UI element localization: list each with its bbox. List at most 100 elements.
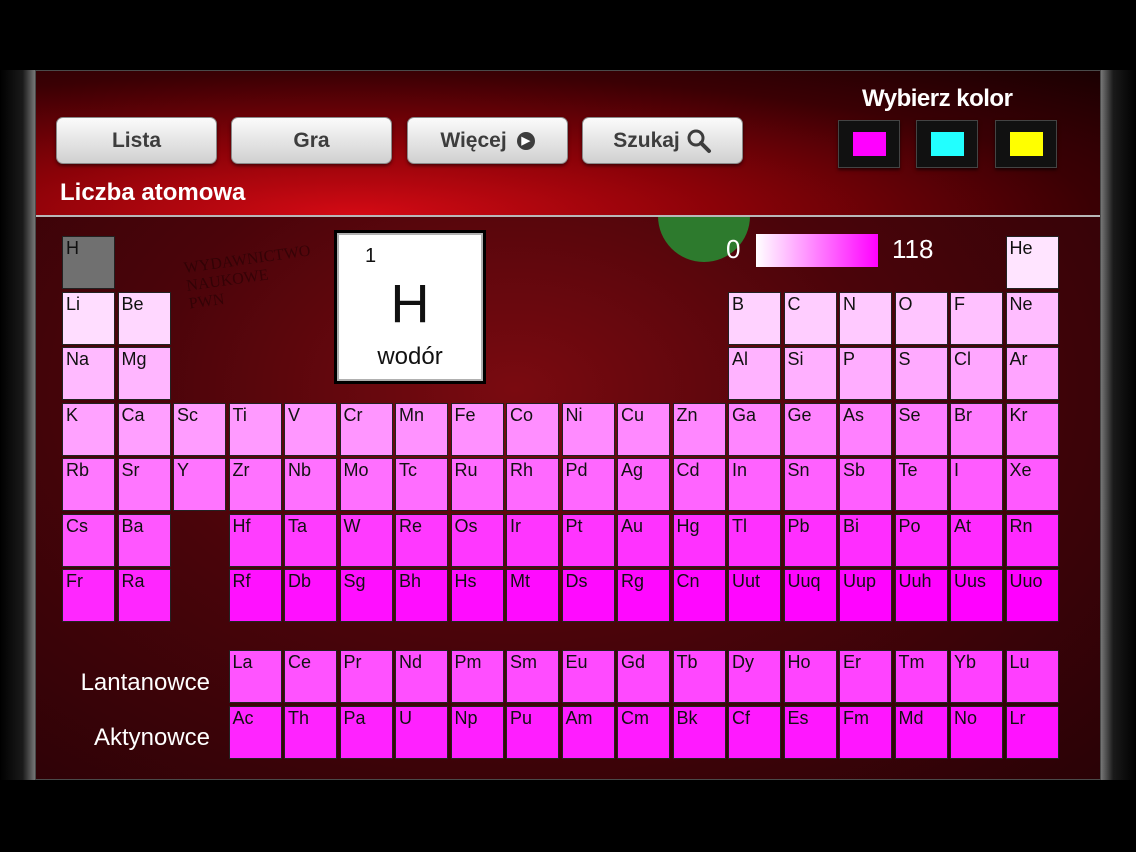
element-cell-ac[interactable]: Ac [228, 705, 282, 759]
element-cell-as[interactable]: As [839, 402, 892, 456]
element-cell-tb[interactable]: Tb [672, 650, 726, 703]
element-cell-fe[interactable]: Fe [450, 402, 504, 456]
element-cell-i[interactable]: I [950, 458, 1003, 511]
element-cell-u[interactable]: U [395, 705, 448, 759]
element-cell-er[interactable]: Er [839, 650, 892, 703]
element-cell-hg[interactable]: Hg [672, 513, 726, 567]
element-cell-ir[interactable]: Ir [506, 513, 559, 567]
element-cell-th[interactable]: Th [284, 705, 337, 759]
game-button[interactable]: Gra [231, 117, 392, 164]
element-cell-os[interactable]: Os [450, 513, 504, 567]
element-cell-ni[interactable]: Ni [561, 402, 615, 456]
element-cell-rf[interactable]: Rf [228, 569, 282, 622]
element-cell-uup[interactable]: Uup [839, 569, 892, 622]
element-cell-ta[interactable]: Ta [284, 513, 337, 567]
element-cell-cn[interactable]: Cn [672, 569, 726, 622]
element-cell-cf[interactable]: Cf [728, 705, 781, 759]
element-cell-mg[interactable]: Mg [117, 347, 171, 400]
element-cell-nb[interactable]: Nb [284, 458, 337, 511]
element-cell-sg[interactable]: Sg [339, 569, 393, 622]
element-cell-sm[interactable]: Sm [506, 650, 559, 703]
element-cell-o[interactable]: O [894, 291, 948, 345]
element-cell-ag[interactable]: Ag [617, 458, 670, 511]
element-cell-sn[interactable]: Sn [783, 458, 837, 511]
element-cell-ds[interactable]: Ds [561, 569, 615, 622]
element-cell-ba[interactable]: Ba [117, 513, 171, 567]
element-cell-mo[interactable]: Mo [339, 458, 393, 511]
element-cell-hf[interactable]: Hf [228, 513, 282, 567]
element-cell-re[interactable]: Re [395, 513, 448, 567]
element-cell-sc[interactable]: Sc [173, 402, 226, 456]
element-cell-ra[interactable]: Ra [117, 569, 171, 622]
element-cell-tl[interactable]: Tl [728, 513, 781, 567]
element-cell-tc[interactable]: Tc [395, 458, 448, 511]
element-cell-ru[interactable]: Ru [450, 458, 504, 511]
element-cell-md[interactable]: Md [894, 705, 948, 759]
element-cell-pr[interactable]: Pr [339, 650, 393, 703]
element-cell-c[interactable]: C [783, 291, 837, 345]
list-button[interactable]: Lista [56, 117, 217, 164]
element-cell-rh[interactable]: Rh [506, 458, 559, 511]
element-cell-nd[interactable]: Nd [395, 650, 448, 703]
element-cell-al[interactable]: Al [728, 347, 781, 400]
element-cell-ca[interactable]: Ca [117, 402, 171, 456]
element-cell-at[interactable]: At [950, 513, 1003, 567]
color-option-magenta[interactable] [838, 120, 900, 168]
element-cell-co[interactable]: Co [506, 402, 559, 456]
element-cell-la[interactable]: La [228, 650, 282, 703]
element-cell-n[interactable]: N [839, 291, 892, 345]
element-cell-uut[interactable]: Uut [728, 569, 781, 622]
element-cell-k[interactable]: K [62, 402, 115, 456]
element-cell-lr[interactable]: Lr [1005, 705, 1059, 759]
color-option-cyan[interactable] [916, 120, 978, 168]
element-cell-bi[interactable]: Bi [839, 513, 892, 567]
element-cell-es[interactable]: Es [783, 705, 837, 759]
element-cell-kr[interactable]: Kr [1005, 402, 1059, 456]
element-cell-rb[interactable]: Rb [62, 458, 115, 511]
element-cell-zn[interactable]: Zn [672, 402, 726, 456]
element-cell-sr[interactable]: Sr [117, 458, 171, 511]
element-cell-br[interactable]: Br [950, 402, 1003, 456]
element-cell-uuo[interactable]: Uuo [1005, 569, 1059, 622]
element-cell-he[interactable]: He [1005, 236, 1059, 289]
element-cell-s[interactable]: S [894, 347, 948, 400]
element-cell-zr[interactable]: Zr [228, 458, 282, 511]
element-cell-h[interactable]: H [62, 236, 115, 289]
element-cell-uuq[interactable]: Uuq [783, 569, 837, 622]
element-cell-pb[interactable]: Pb [783, 513, 837, 567]
element-cell-v[interactable]: V [284, 402, 337, 456]
element-cell-ne[interactable]: Ne [1005, 291, 1059, 345]
element-cell-hs[interactable]: Hs [450, 569, 504, 622]
element-cell-au[interactable]: Au [617, 513, 670, 567]
element-cell-uus[interactable]: Uus [950, 569, 1003, 622]
element-cell-po[interactable]: Po [894, 513, 948, 567]
element-cell-be[interactable]: Be [117, 291, 171, 345]
element-cell-lu[interactable]: Lu [1005, 650, 1059, 703]
element-cell-pu[interactable]: Pu [506, 705, 559, 759]
element-cell-am[interactable]: Am [561, 705, 615, 759]
element-cell-mn[interactable]: Mn [395, 402, 448, 456]
more-button[interactable]: Więcej ▶ [407, 117, 568, 164]
element-cell-ho[interactable]: Ho [783, 650, 837, 703]
element-cell-cr[interactable]: Cr [339, 402, 393, 456]
element-cell-no[interactable]: No [950, 705, 1003, 759]
element-cell-db[interactable]: Db [284, 569, 337, 622]
element-cell-in[interactable]: In [728, 458, 781, 511]
element-cell-na[interactable]: Na [62, 347, 115, 400]
element-cell-bh[interactable]: Bh [395, 569, 448, 622]
element-cell-pd[interactable]: Pd [561, 458, 615, 511]
element-cell-cd[interactable]: Cd [672, 458, 726, 511]
element-cell-fr[interactable]: Fr [62, 569, 115, 622]
element-cell-ga[interactable]: Ga [728, 402, 781, 456]
element-cell-pa[interactable]: Pa [339, 705, 393, 759]
element-cell-ge[interactable]: Ge [783, 402, 837, 456]
element-cell-b[interactable]: B [728, 291, 781, 345]
element-cell-xe[interactable]: Xe [1005, 458, 1059, 511]
element-cell-mt[interactable]: Mt [506, 569, 559, 622]
element-cell-fm[interactable]: Fm [839, 705, 892, 759]
element-cell-ar[interactable]: Ar [1005, 347, 1059, 400]
element-cell-li[interactable]: Li [62, 291, 115, 345]
element-cell-ti[interactable]: Ti [228, 402, 282, 456]
element-cell-np[interactable]: Np [450, 705, 504, 759]
element-cell-pm[interactable]: Pm [450, 650, 504, 703]
